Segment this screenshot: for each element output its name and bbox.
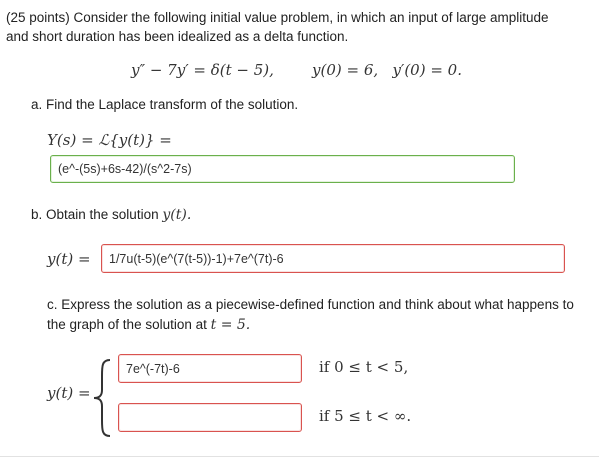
part-b-label: y(t) =: [47, 250, 91, 268]
part-a-prompt: a. Find the Laplace transform of the sol…: [31, 97, 299, 112]
part-c-piece2-answer-field[interactable]: [118, 403, 302, 432]
problem-intro-line1: (25 points) Consider the following initi…: [6, 10, 549, 25]
problem-intro-line2: and short duration has been idealized as…: [6, 29, 349, 44]
part-b-prompt-math: y(t).: [162, 207, 192, 223]
differential-equation: y″ − 7y′ = δ(t − 5),: [131, 61, 274, 79]
part-b-prompt-text: b. Obtain the solution: [31, 207, 159, 222]
part-b-prompt: b. Obtain the solution y(t).: [31, 205, 191, 225]
part-c-prompt-text: the graph of the solution at: [47, 317, 207, 332]
part-c-piece1-answer-field[interactable]: 7e^(-7t)-6: [118, 354, 302, 383]
left-brace-icon: [93, 359, 111, 437]
part-b-answer-field[interactable]: 1/7u(t-5)(e^(7(t-5))-1)+7e^(7t)-6: [101, 244, 565, 273]
initial-conditions: y(0) = 6, y′(0) = 0.: [312, 61, 462, 79]
part-c-piece1-condition: if 0 ≤ t < 5,: [319, 358, 409, 376]
part-c-prompt-line2: the graph of the solution at t = 5.: [47, 315, 250, 335]
part-a-answer-field[interactable]: (e^-(5s)+6s-42)/(s^2-7s): [50, 155, 515, 183]
part-c-prompt-line1: c. Express the solution as a piecewise-d…: [47, 297, 574, 312]
bottom-divider: [0, 456, 599, 457]
part-c-prompt-math: t = 5.: [210, 317, 251, 333]
part-c-piece2-condition: if 5 ≤ t < ∞.: [319, 407, 412, 425]
part-a-label: Y(s) = ℒ{y(t)} =: [47, 131, 172, 149]
part-c-label: y(t) =: [47, 384, 91, 402]
